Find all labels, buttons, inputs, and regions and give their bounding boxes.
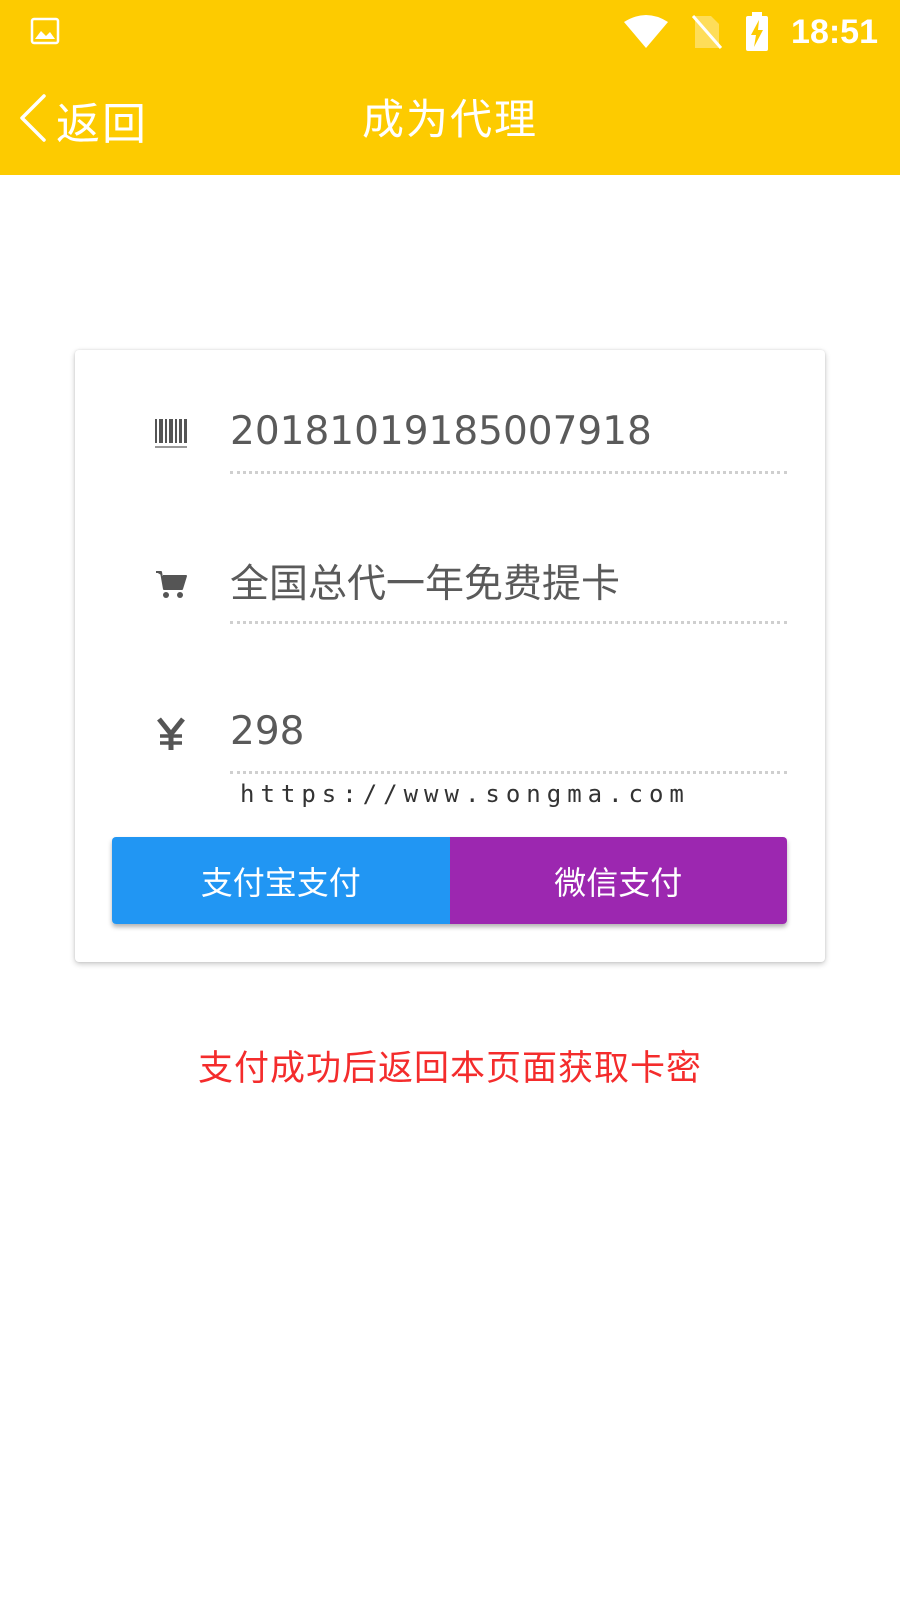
image-icon: [30, 16, 60, 46]
watermark-text: https://www.songma.com: [240, 780, 690, 808]
wechat-pay-button[interactable]: 微信支付: [449, 837, 787, 924]
payment-button-group: 支付宝支付 微信支付: [112, 837, 787, 924]
product-row: [75, 544, 825, 624]
payment-notice: 支付成功后返回本页面获取卡密: [197, 1049, 702, 1089]
cart-icon: [151, 564, 191, 604]
barcode-icon: [151, 414, 191, 454]
no-sim-icon: [691, 14, 723, 50]
status-bar: 18:51: [0, 0, 900, 64]
app-toolbar: 成为代理 返回: [0, 64, 900, 175]
wifi-icon: [623, 14, 669, 50]
price-field[interactable]: [230, 694, 787, 774]
chevron-left-icon: [18, 93, 48, 147]
back-button[interactable]: 返回: [18, 64, 148, 175]
clock: 18:51: [791, 12, 878, 51]
price-input[interactable]: [230, 694, 787, 768]
alipay-button[interactable]: 支付宝支付: [112, 837, 450, 924]
product-field[interactable]: [230, 544, 787, 624]
price-row: [75, 694, 825, 774]
back-label: 返回: [56, 98, 148, 150]
order-number-input[interactable]: [230, 394, 787, 468]
order-number-row: [75, 394, 825, 474]
yen-icon: [151, 714, 191, 754]
battery-charging-icon: [745, 12, 769, 52]
order-number-field[interactable]: [230, 394, 787, 474]
agent-form-card: https://www.songma.com 支付宝支付 微信支付: [75, 350, 825, 962]
product-name-input[interactable]: [230, 544, 787, 618]
